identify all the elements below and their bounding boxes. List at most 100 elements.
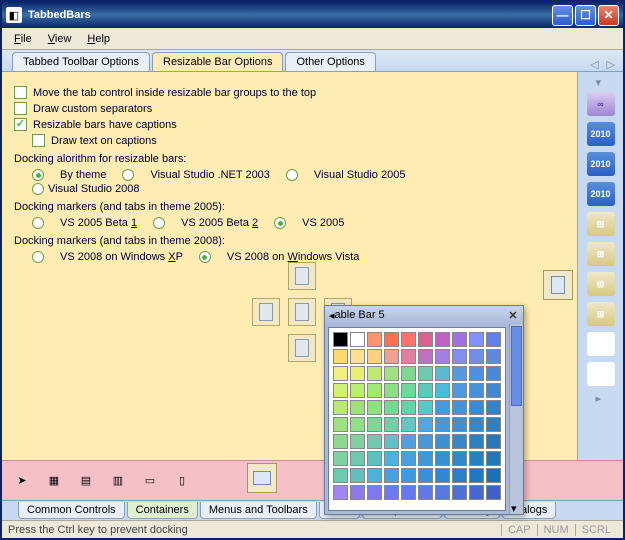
- floating-color-panel[interactable]: ◂ able Bar 5 ✕ ▾: [324, 305, 524, 515]
- color-swatch[interactable]: [384, 451, 399, 466]
- color-swatch[interactable]: [333, 332, 348, 347]
- color-swatch[interactable]: [367, 383, 382, 398]
- color-swatch[interactable]: [333, 434, 348, 449]
- color-swatch[interactable]: [384, 400, 399, 415]
- btab-common-controls[interactable]: Common Controls: [18, 502, 125, 519]
- color-swatch[interactable]: [350, 349, 365, 364]
- color-swatch[interactable]: [486, 485, 501, 500]
- tab-prev-icon[interactable]: ◁: [590, 58, 598, 71]
- color-swatch[interactable]: [384, 417, 399, 432]
- color-swatch[interactable]: [367, 400, 382, 415]
- dock-marker-left[interactable]: [252, 298, 280, 326]
- color-swatch[interactable]: [350, 485, 365, 500]
- tool-columns-icon[interactable]: ▥: [110, 473, 126, 489]
- color-swatch[interactable]: [384, 485, 399, 500]
- color-swatch[interactable]: [350, 366, 365, 381]
- color-swatch[interactable]: [418, 485, 433, 500]
- color-swatch[interactable]: [333, 366, 348, 381]
- color-swatch[interactable]: [401, 417, 416, 432]
- color-swatch[interactable]: [350, 434, 365, 449]
- checkbox-draw-text-on-captions[interactable]: [32, 134, 45, 147]
- color-swatch[interactable]: [452, 349, 467, 364]
- color-swatch[interactable]: [350, 383, 365, 398]
- color-swatch[interactable]: [384, 332, 399, 347]
- color-swatch[interactable]: [486, 451, 501, 466]
- color-swatch[interactable]: [435, 468, 450, 483]
- color-swatch[interactable]: [486, 349, 501, 364]
- color-swatch[interactable]: [469, 468, 484, 483]
- color-swatch[interactable]: [435, 383, 450, 398]
- checkbox-bars-have-captions[interactable]: [14, 118, 27, 131]
- checkbox-move-tab-top[interactable]: [14, 86, 27, 99]
- color-swatch[interactable]: [367, 451, 382, 466]
- color-swatch[interactable]: [435, 366, 450, 381]
- dock-marker-top[interactable]: [288, 262, 316, 290]
- color-swatch[interactable]: [452, 400, 467, 415]
- btab-containers[interactable]: Containers: [127, 502, 198, 519]
- sidebar-office-c-icon[interactable]: ⊞: [587, 272, 615, 296]
- radio-algo-vs2008[interactable]: [32, 183, 44, 195]
- radio-vs2005-beta2[interactable]: [153, 217, 165, 229]
- dock-marker-edge-right[interactable]: [543, 270, 573, 300]
- color-swatch[interactable]: [401, 451, 416, 466]
- color-swatch[interactable]: [418, 366, 433, 381]
- sidebar-collapse-icon[interactable]: ▾: [596, 76, 606, 86]
- color-swatch[interactable]: [401, 366, 416, 381]
- color-swatch[interactable]: [452, 332, 467, 347]
- color-swatch[interactable]: [367, 349, 382, 364]
- color-swatch[interactable]: [435, 332, 450, 347]
- tool-pointer-icon[interactable]: ➤: [14, 473, 30, 489]
- color-swatch[interactable]: [333, 468, 348, 483]
- close-button[interactable]: ✕: [598, 5, 619, 26]
- color-swatch[interactable]: [350, 468, 365, 483]
- color-swatch[interactable]: [401, 332, 416, 347]
- color-swatch[interactable]: [452, 366, 467, 381]
- color-swatch[interactable]: [452, 451, 467, 466]
- color-swatch[interactable]: [469, 434, 484, 449]
- color-swatch[interactable]: [367, 417, 382, 432]
- btab-menus-toolbars[interactable]: Menus and Toolbars: [200, 502, 317, 519]
- color-swatch[interactable]: [469, 349, 484, 364]
- tab-resizable-bar-options[interactable]: Resizable Bar Options: [152, 52, 283, 71]
- sidebar-office-a-icon[interactable]: ⊞: [587, 212, 615, 236]
- color-swatch[interactable]: [333, 383, 348, 398]
- color-swatch[interactable]: [435, 349, 450, 364]
- radio-vs2008-xp[interactable]: [32, 251, 44, 263]
- sidebar-windows-flag2-icon[interactable]: ⊞: [587, 362, 615, 386]
- sidebar-office-d-icon[interactable]: ⊞: [587, 302, 615, 326]
- color-swatch[interactable]: [435, 434, 450, 449]
- tool-page-icon[interactable]: ▯: [174, 473, 190, 489]
- color-swatch[interactable]: [384, 468, 399, 483]
- tab-tabbed-toolbar-options[interactable]: Tabbed Toolbar Options: [12, 52, 150, 71]
- color-swatch[interactable]: [367, 468, 382, 483]
- dock-marker-edge-bottom[interactable]: [247, 463, 277, 493]
- color-swatch[interactable]: [384, 366, 399, 381]
- color-swatch[interactable]: [435, 485, 450, 500]
- menu-help[interactable]: Help: [87, 33, 110, 45]
- radio-vs2005[interactable]: [274, 217, 286, 229]
- radio-algo-vs2005[interactable]: [286, 169, 298, 181]
- floating-panel-titlebar[interactable]: ◂ able Bar 5 ✕: [325, 306, 523, 324]
- color-swatch[interactable]: [418, 417, 433, 432]
- color-swatch[interactable]: [401, 485, 416, 500]
- checkbox-draw-custom-sep[interactable]: [14, 102, 27, 115]
- floating-panel-scrollbar[interactable]: ▾: [509, 324, 523, 514]
- dropdown-arrow-icon[interactable]: ▾: [511, 502, 521, 512]
- tool-layout-icon[interactable]: ▦: [46, 473, 62, 489]
- color-swatch[interactable]: [469, 451, 484, 466]
- radio-algo-vs2003[interactable]: [122, 169, 134, 181]
- radio-vs2005-beta1[interactable]: [32, 217, 44, 229]
- color-swatch[interactable]: [486, 468, 501, 483]
- color-swatch[interactable]: [401, 349, 416, 364]
- color-swatch[interactable]: [452, 485, 467, 500]
- minimize-button[interactable]: —: [552, 5, 573, 26]
- color-swatch[interactable]: [435, 417, 450, 432]
- tool-grid-icon[interactable]: ▤: [78, 473, 94, 489]
- tab-other-options[interactable]: Other Options: [285, 52, 375, 71]
- color-swatch[interactable]: [469, 485, 484, 500]
- sidebar-office-b-icon[interactable]: ⊞: [587, 242, 615, 266]
- dock-marker-bottom[interactable]: [288, 334, 316, 362]
- color-swatch[interactable]: [333, 349, 348, 364]
- color-swatch[interactable]: [384, 349, 399, 364]
- color-swatch[interactable]: [486, 366, 501, 381]
